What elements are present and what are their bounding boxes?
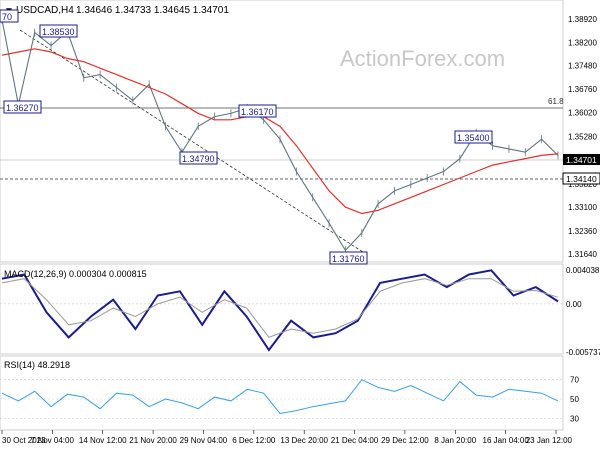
symbol-label: USDCAD,H4 (16, 5, 74, 16)
forex-chart: ▼ USDCAD,H4 1.34646 1.34733 1.34645 1.34… (0, 0, 600, 445)
anno-138530: 1.38530 (42, 27, 75, 37)
x-tick-label: 13 Dec 20:00 (280, 436, 328, 445)
price-tick-label: 1.32360 (568, 227, 597, 236)
rsi-label: RSI(14) 48.2918 (4, 360, 70, 370)
time-axis: 30 Oct 20237 Nov 04:00 14 Nov 12:00 21 Nov… (1, 430, 573, 445)
x-tick-label: 6 Dec 12:00 (232, 436, 276, 445)
macd-tick-label: 0.004038 (566, 266, 600, 275)
price-tick-label: 1.37480 (568, 62, 597, 71)
x-tick-label: 23 Jan 12:00 (526, 436, 573, 445)
price-tick-label: 1.33100 (568, 203, 597, 212)
anno-131760: 1.31760 (332, 254, 365, 264)
chart-header: ▼ USDCAD,H4 1.34646 1.34733 1.34645 1.34… (4, 5, 229, 17)
price-tick-label: 1.35280 (568, 133, 597, 142)
macd-tick-label: 0.00 (566, 300, 582, 309)
macd-axis: 0.004038 0.00 -0.005737 (566, 266, 600, 357)
anno-135400: 1.35400 (457, 133, 490, 143)
watermark: ActionForex.com (340, 46, 505, 71)
macd-label: MACD(12,26,9) 0.000304 0.000815 (4, 269, 147, 279)
price-tick-label: 1.38920 (568, 15, 597, 24)
rsi-tick-label: 50 (570, 395, 579, 404)
anno-70: 70 (2, 12, 12, 22)
price-tick-label: 1.38200 (568, 38, 597, 47)
current-price-tag-text: 1.34701 (566, 155, 597, 165)
price-tick-label: 1.36020 (568, 109, 597, 118)
x-tick-label: 14 Nov 12:00 (79, 436, 127, 445)
rsi-panel (0, 355, 564, 431)
x-tick-label: 21 Dec 04:00 (331, 436, 379, 445)
fib-618-label: 61.8 (548, 97, 564, 106)
x-tick-label: 16 Jan 04:00 (483, 436, 530, 445)
anno-136270: 1.36270 (6, 103, 39, 113)
x-tick-label: 21 Nov 20:00 (129, 436, 177, 445)
rsi-axis: 70 50 30 (570, 376, 579, 424)
rsi-tick-label: 70 (570, 376, 579, 385)
price-tags: 1.34701 1.34140 (562, 154, 600, 185)
rsi-tick-label: 30 (570, 414, 579, 423)
x-tick-label: 8 Jan 20:00 (434, 436, 476, 445)
anno-134790: 1.34790 (182, 154, 215, 164)
price-axis: 1.38920 1.38200 1.37480 1.36760 1.36020 1.352… (568, 15, 597, 259)
anno-136170: 1.36170 (241, 107, 274, 117)
x-tick-label: 29 Nov 04:00 (180, 436, 228, 445)
x-tick-label: 7 Nov 04:00 (31, 436, 75, 445)
chart-stage: ▼ USDCAD,H4 1.34646 1.34733 1.34645 1.34… (0, 0, 600, 450)
x-tick-label: 29 Dec 12:00 (381, 436, 429, 445)
support-price-tag-text: 1.34140 (566, 174, 597, 184)
ohlc-values: 1.34646 1.34733 1.34645 1.34701 (76, 5, 229, 16)
price-tick-label: 1.31640 (568, 250, 597, 259)
price-tick-label: 1.36760 (568, 85, 597, 94)
macd-tick-label: -0.005737 (566, 348, 600, 357)
